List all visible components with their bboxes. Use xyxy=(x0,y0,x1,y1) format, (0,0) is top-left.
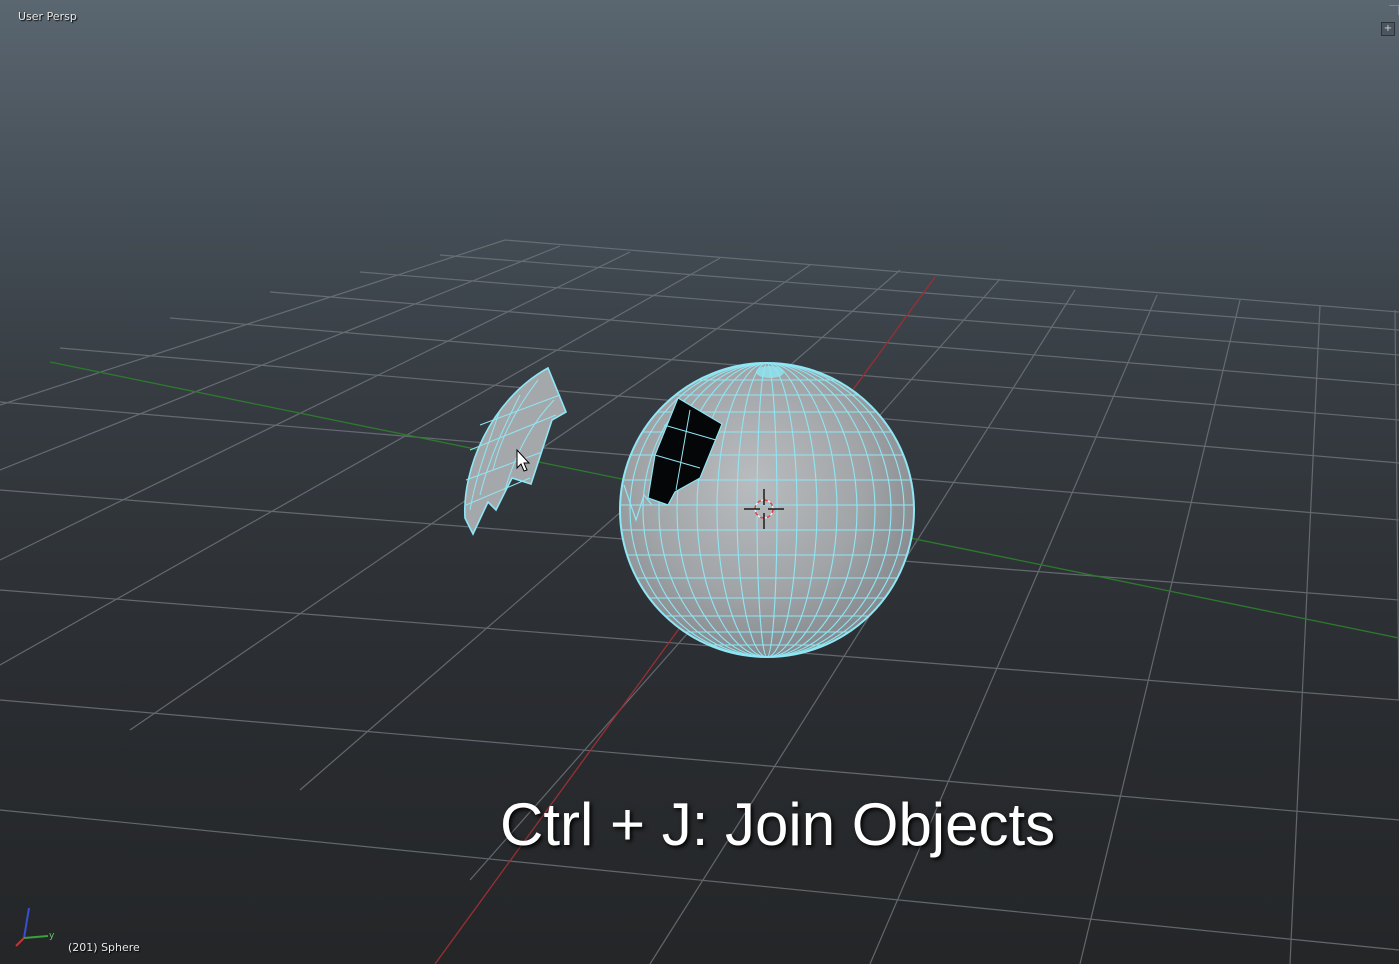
detached-mesh-piece[interactable] xyxy=(464,366,568,536)
view-label: User Persp xyxy=(18,10,77,23)
shortcut-caption: Ctrl + J: Join Objects xyxy=(500,791,1056,858)
object-info: (201) Sphere xyxy=(68,941,140,954)
3d-viewport[interactable]: User Persp + Ctrl + J: Join Objects y (2… xyxy=(0,0,1399,964)
gizmo-y-label: y xyxy=(49,931,55,941)
sphere-object[interactable] xyxy=(619,362,920,658)
area-split-handle[interactable] xyxy=(1387,0,1399,15)
properties-toggle-button[interactable]: + xyxy=(1381,22,1395,36)
axis-gizmo-icon: y xyxy=(15,907,55,947)
corner-triangle-icon xyxy=(1389,4,1399,15)
